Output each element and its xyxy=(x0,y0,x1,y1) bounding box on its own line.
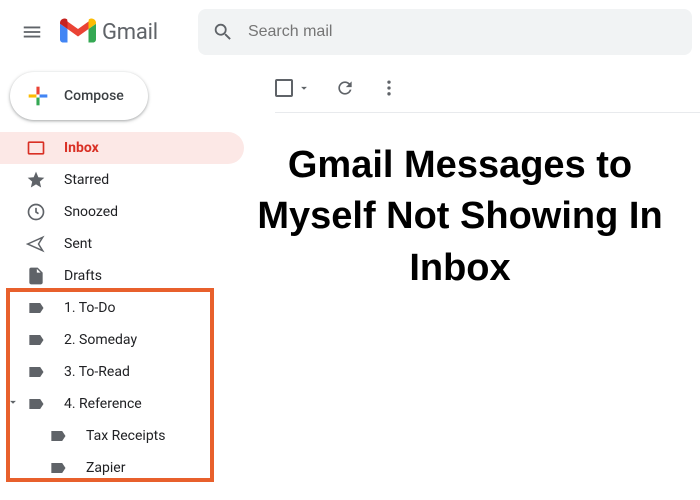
label-icon xyxy=(26,362,46,382)
article-headline: Gmail Messages to Myself Not Showing In … xyxy=(230,140,690,294)
label-icon xyxy=(26,394,46,414)
file-icon xyxy=(26,266,46,286)
sidebar-item-label: Drafts xyxy=(64,268,102,284)
sidebar-item-label: Inbox xyxy=(64,140,99,156)
compose-label: Compose xyxy=(64,88,124,104)
sidebar-item-label: 3. To-Read xyxy=(64,364,130,380)
sidebar-item-starred[interactable]: Starred xyxy=(0,164,244,196)
caret-down-icon[interactable] xyxy=(6,395,20,413)
select-all-checkbox[interactable] xyxy=(275,79,311,97)
clock-icon xyxy=(26,202,46,222)
refresh-button[interactable] xyxy=(335,78,355,98)
plus-icon xyxy=(24,82,52,110)
search-icon xyxy=(212,21,234,43)
sidebar-label-toread[interactable]: 3. To-Read xyxy=(0,356,244,388)
search-bar[interactable] xyxy=(198,9,692,55)
sidebar-item-label: Zapier xyxy=(86,460,125,476)
search-input[interactable] xyxy=(248,23,678,41)
sidebar-item-label: Sent xyxy=(64,236,92,252)
hamburger-icon xyxy=(21,21,43,43)
gmail-logo-text: Gmail xyxy=(102,20,158,45)
sidebar-label-todo[interactable]: 1. To-Do xyxy=(0,292,244,324)
toolbar-divider xyxy=(275,112,700,113)
gmail-logo-icon xyxy=(60,18,96,46)
sidebar-item-label: Snoozed xyxy=(64,204,118,220)
inbox-icon xyxy=(26,138,46,158)
header: Gmail xyxy=(0,0,700,64)
label-icon xyxy=(26,298,46,318)
caret-down-icon[interactable] xyxy=(297,81,311,95)
sidebar-item-label: Tax Receipts xyxy=(86,428,166,444)
sidebar-item-label: 2. Someday xyxy=(64,332,137,348)
sidebar-item-label: 1. To-Do xyxy=(64,300,115,316)
sidebar-label-someday[interactable]: 2. Someday xyxy=(0,324,244,356)
mail-toolbar xyxy=(275,78,399,98)
checkbox-icon xyxy=(275,79,293,97)
more-button[interactable] xyxy=(379,78,399,98)
gmail-logo[interactable]: Gmail xyxy=(60,18,158,46)
sidebar-label-tax-receipts[interactable]: Tax Receipts xyxy=(0,420,244,452)
star-icon xyxy=(26,170,46,190)
sidebar-item-label: 4. Reference xyxy=(64,396,142,412)
sidebar-item-inbox[interactable]: Inbox xyxy=(0,132,244,164)
sidebar-label-reference[interactable]: 4. Reference xyxy=(0,388,244,420)
compose-button[interactable]: Compose xyxy=(10,72,148,120)
sidebar: Inbox Starred Snoozed Sent Drafts 1. To-… xyxy=(0,128,256,484)
sidebar-label-zapier[interactable]: Zapier xyxy=(0,452,244,484)
sidebar-item-sent[interactable]: Sent xyxy=(0,228,244,260)
main-menu-button[interactable] xyxy=(8,8,56,56)
label-icon xyxy=(48,458,68,478)
sidebar-item-snoozed[interactable]: Snoozed xyxy=(0,196,244,228)
sidebar-item-drafts[interactable]: Drafts xyxy=(0,260,244,292)
send-icon xyxy=(26,234,46,254)
sidebar-item-label: Starred xyxy=(64,172,109,188)
label-icon xyxy=(48,426,68,446)
label-icon xyxy=(26,330,46,350)
